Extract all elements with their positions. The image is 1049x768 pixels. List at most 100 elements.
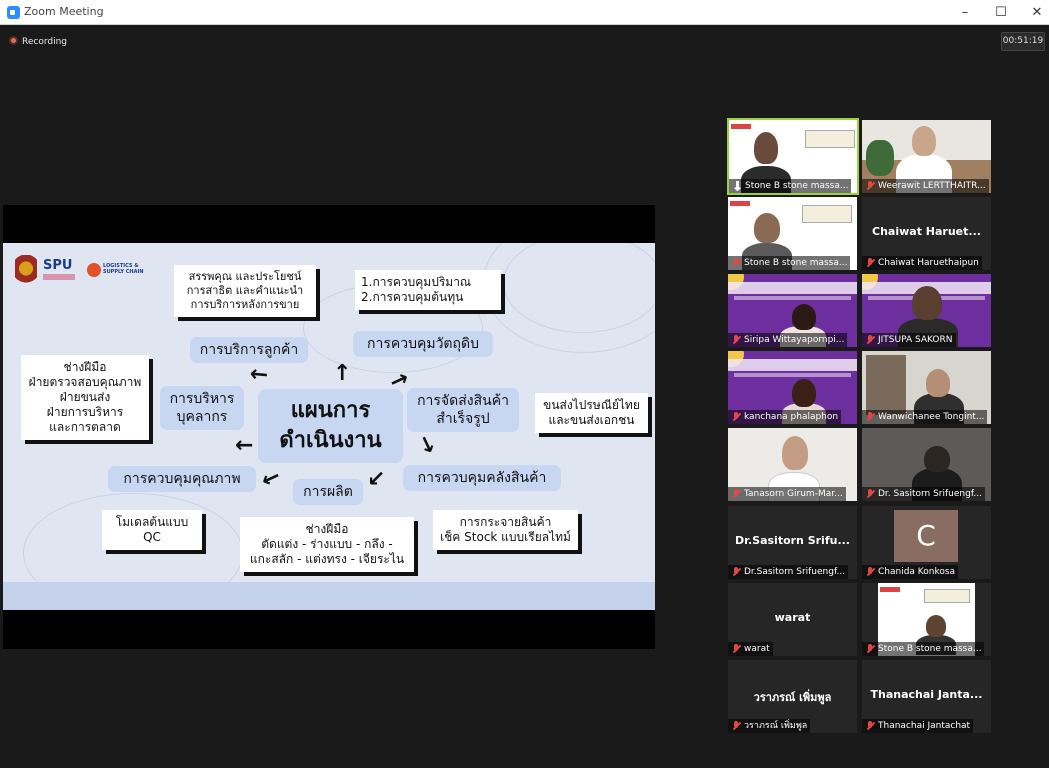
arrow-icon: ↖ [244, 360, 275, 392]
note-welfare: สรรพคุณ และประโยชน์ การสาธิต และคำแนะนำ … [174, 265, 316, 317]
center-node-operation-plan: แผนการ ดำเนินงาน [258, 389, 403, 463]
participant-name-text: Stone B stone massa... [745, 181, 849, 191]
participant-display-name: Dr.Sasitorn Srifu... [734, 534, 850, 547]
close-button[interactable]: ✕ [1020, 0, 1049, 25]
participant-name: Wanwichanee Tongint... [862, 410, 988, 424]
recording-indicator[interactable]: Recording [9, 36, 67, 48]
person-head [792, 304, 816, 330]
participant-name: Dr.Sasitorn Srifuengf... [728, 565, 849, 579]
muted-mic-icon [866, 489, 875, 499]
arrow-icon: ← [235, 433, 254, 458]
participant-tile[interactable]: Weerawit LERTTHAITR... [862, 120, 991, 193]
participant-tile[interactable]: Tanasorn Girum-Mar... [728, 428, 857, 501]
participant-tile[interactable]: Siripa Wittayapornpi... [728, 274, 857, 347]
participant-tile[interactable]: C Chanida Konkosa [862, 506, 991, 579]
node-line: การบริหาร [169, 391, 235, 407]
muted-mic-icon [732, 335, 741, 345]
muted-mic-icon [866, 644, 875, 654]
recording-label: Recording [22, 37, 68, 47]
muted-mic-icon [866, 181, 875, 191]
muted-mic-icon [732, 258, 741, 268]
participant-name-text: kanchana phalaphon [744, 412, 839, 422]
shared-screen[interactable]: SPU LOGISTICS & SUPPLY CHAIN สรรพคุณ และ… [3, 205, 655, 649]
note-line: ตัดแต่ง - ร่างแบบ - กลึง - [261, 537, 393, 551]
slide-logo-mark [730, 201, 750, 206]
arrow-icon: ↑ [333, 361, 352, 386]
node-production: การผลิต [293, 479, 363, 505]
note-line: การกระจายสินค้า [459, 515, 552, 529]
person-head [782, 436, 808, 470]
participant-name-text: Chanida Konkosa [878, 567, 956, 577]
participant-name-text: Siripa Wittayapornpi... [744, 335, 845, 345]
participant-name-text: warat [744, 644, 770, 654]
participant-name-text: Chaiwat Haruethaipun [878, 258, 979, 268]
center-line: ดำเนินงาน [279, 428, 382, 453]
participant-tile[interactable]: JITSUPA SAKORN [862, 274, 991, 347]
participant-tile[interactable]: Stone B stone massa... [728, 197, 857, 270]
note-qc-model: โมเดลต้นแบบ QC [102, 510, 202, 550]
slide-banner [728, 359, 857, 371]
muted-mic-icon [732, 567, 741, 577]
note-line: ฝ่ายขนส่ง [59, 390, 111, 404]
participant-name: Stone B stone massa... [729, 179, 852, 193]
muted-mic-icon [866, 721, 875, 731]
plant [866, 140, 894, 176]
participant-name: Siripa Wittayapornpi... [728, 333, 848, 347]
slide-subtitle [734, 373, 851, 377]
slide-title-box [805, 130, 855, 148]
muted-mic-icon [866, 258, 875, 268]
node-quality-control: การควบคุมคุณภาพ [108, 466, 256, 492]
note-staff: ช่างฝีมือ ฝ่ายตรวจสอบคุณภาพ ฝ่ายขนส่ง ฝ่… [21, 355, 149, 440]
recording-dot-icon [9, 36, 18, 45]
note-craft: ช่างฝีมือ ตัดแต่ง - ร่างแบบ - กลึง - แกะ… [240, 517, 414, 572]
participant-tile[interactable]: วราภรณ์ เพิ่มพูล วราภรณ์ เพิ่มพูล [728, 660, 857, 733]
slide-title-box [924, 589, 970, 603]
slide-bottom-stripe [3, 582, 655, 610]
window-titlebar: Zoom Meeting – ☐ ✕ [0, 0, 1049, 25]
participant-name: JITSUPA SAKORN [862, 333, 956, 347]
note-line: สรรพคุณ และประโยชน์ [188, 270, 302, 283]
participant-name: วราภรณ์ เพิ่มพูล [728, 719, 811, 733]
participant-tile[interactable]: Dr. Sasitorn Srifuengf... [862, 428, 991, 501]
participant-tile[interactable]: Stone B stone massa... [862, 583, 991, 656]
participant-tile[interactable]: Thanachai Janta... Thanachai Jantachat [862, 660, 991, 733]
muted-mic-icon [866, 567, 875, 577]
participant-tile[interactable]: Wanwichanee Tongint... [862, 351, 991, 424]
note-line: แกะสลัก - แต่งทรง - เจียระไน [249, 552, 405, 566]
participant-display-name: Chaiwat Haruet... [872, 225, 981, 238]
muted-mic-icon [732, 644, 741, 654]
participant-tile[interactable]: warat warat [728, 583, 857, 656]
node-material-control: การควบคุมวัตถุดิบ [353, 331, 493, 357]
muted-mic-icon [732, 489, 741, 499]
node-inventory-control: การควบคุมคลังสินค้า [403, 465, 561, 491]
node-customer-service: การบริการลูกค้า [190, 337, 308, 363]
arrow-icon: ↙ [257, 464, 284, 495]
participant-name-text: Weerawit LERTTHAITR... [878, 181, 986, 191]
participant-name: kanchana phalaphon [728, 410, 842, 424]
participant-name: Thanachai Jantachat [862, 719, 974, 733]
maximize-button[interactable]: ☐ [984, 0, 1018, 25]
note-shipping: ขนส่งไปรษณีย์ไทย และขนส่งเอกชน [535, 393, 648, 433]
node-line: บุคลากร [176, 409, 228, 425]
participant-tile[interactable]: Stone B stone massa... [727, 118, 859, 195]
participant-name-text: Dr.Sasitorn Srifuengf... [744, 567, 846, 577]
participant-tile[interactable]: Dr.Sasitorn Srifu... Dr.Sasitorn Srifuen… [728, 506, 857, 579]
note-quantity-cost: 1.การควบคุมปริมาณ 2.การควบคุมต้นทุน [355, 270, 501, 310]
zoom-app-icon [7, 6, 20, 19]
muted-mic-icon [866, 412, 875, 422]
participant-tile[interactable]: kanchana phalaphon [728, 351, 857, 424]
participant-name: Chaiwat Haruethaipun [862, 256, 982, 270]
node-line: สำเร็จรูป [436, 411, 490, 427]
bookshelf [866, 355, 906, 415]
note-distribution: การกระจายสินค้า เช็ค Stock แบบเรียลไทม์ [433, 510, 578, 550]
center-line: แผนการ [290, 398, 371, 423]
participant-tile[interactable]: Chaiwat Haruet... Chaiwat Haruethaipun [862, 197, 991, 270]
note-line: และขนส่งเอกชน [548, 413, 635, 427]
node-hr: การบริหาร บุคลากร [160, 386, 244, 430]
note-line: ขนส่งไปรษณีย์ไทย [543, 398, 640, 412]
person-head [754, 213, 780, 243]
muted-mic-icon [866, 335, 875, 345]
minimize-button[interactable]: – [948, 0, 982, 25]
note-line: และการตลาด [49, 420, 121, 434]
meeting-timer: 00:51:19 [1001, 32, 1045, 51]
